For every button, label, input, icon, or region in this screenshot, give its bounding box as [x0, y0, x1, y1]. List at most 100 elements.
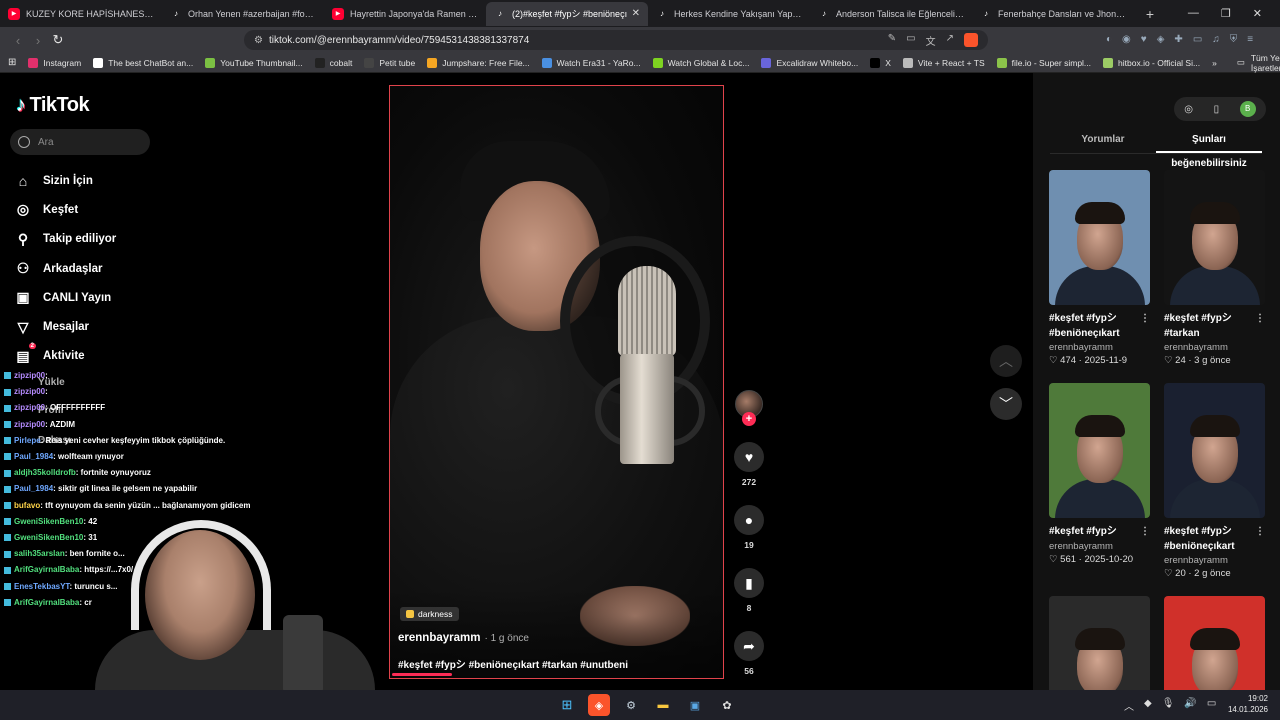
reload-icon[interactable]: ↻	[48, 32, 68, 48]
video-author[interactable]: erennbayramm · 1 g önce	[398, 632, 529, 644]
back-icon[interactable]: ‹	[8, 33, 28, 48]
share-icon[interactable]: ↗	[946, 33, 954, 48]
card-author[interactable]: erennbayramm	[1164, 555, 1265, 566]
browser-tab[interactable]: ▶ KUZEY KORE HAPİSHANESİNDEN KA	[0, 2, 162, 26]
card-title[interactable]: #keşfet #fypシ ⋮	[1049, 525, 1150, 540]
sidebar-item[interactable]: ▤ 2 Aktivite	[14, 342, 116, 371]
bookmark-item[interactable]: Watch Era31 - YaRo...	[541, 57, 641, 68]
browser-tab[interactable]: ♪ Orhan Yenen #azerbaijan #foryou #t	[162, 2, 324, 26]
extension-icon[interactable]: ♥	[1141, 34, 1147, 45]
tab-you-may-like[interactable]: Şunları beğenebilirsiniz	[1156, 128, 1262, 169]
card-author[interactable]: erennbayramm	[1049, 342, 1150, 353]
bookmark-item[interactable]: The best ChatBot an...	[93, 57, 193, 68]
volume-icon[interactable]: 🔊	[1184, 698, 1196, 713]
video-thumbnail[interactable]	[1049, 170, 1150, 305]
more-options-icon[interactable]: ⋮	[1255, 525, 1265, 540]
follow-button[interactable]: +	[742, 412, 756, 426]
extension-icon[interactable]: ◉	[1122, 34, 1131, 45]
video-caption[interactable]: #keşfet #fypシ #beniöneçıkart #tarkan #un…	[398, 656, 628, 671]
sidebar-item[interactable]: ▽ Mesajlar	[14, 312, 116, 341]
card-title[interactable]: #keşfet #fypシ #beniöneçıkart ⋮	[1164, 525, 1265, 554]
video-progress-bar[interactable]	[392, 673, 452, 676]
search-input[interactable]: Ara	[10, 129, 150, 155]
next-video-button[interactable]: ﹀	[990, 388, 1022, 420]
url-field[interactable]: ⚙ tiktok.com/@erennbayramm/video/7594531…	[244, 30, 988, 50]
start-icon[interactable]: ⊞	[556, 694, 578, 716]
extensions-icon[interactable]: ✚	[1174, 34, 1182, 45]
bookmark-item[interactable]: Instagram	[28, 57, 81, 68]
brave-shields-icon[interactable]	[964, 32, 978, 47]
bookmark-item[interactable]: Jumpshare: Free File...	[427, 57, 530, 68]
sidebar-item[interactable]: ▣ CANLI Yayın	[14, 283, 116, 312]
bookmark-item[interactable]: file.io - Super simpl...	[996, 57, 1091, 68]
forward-icon[interactable]: ›	[28, 33, 48, 48]
sidebar-item[interactable]: ⌂ Sizin İçin	[14, 166, 116, 195]
bookmark-item[interactable]: Watch Global & Loc...	[652, 57, 749, 68]
microphone-icon[interactable]: 🎙	[1162, 698, 1175, 713]
save-button[interactable]: ▮	[734, 568, 764, 598]
bookmark-item[interactable]: Excalidraw Whitebo...	[761, 57, 858, 68]
network-icon[interactable]: ▭	[1207, 698, 1216, 713]
tab-comments[interactable]: Yorumlar	[1050, 128, 1156, 153]
sidebar-item[interactable]: ⚇ Arkadaşlar	[14, 254, 116, 283]
photos-icon[interactable]: ▣	[684, 694, 706, 716]
sidebar-item[interactable]: ⚲ Takip ediliyor	[14, 225, 116, 254]
card-author[interactable]: erennbayramm	[1164, 342, 1265, 353]
card-author[interactable]: erennbayramm	[1049, 541, 1150, 552]
sidebar-item[interactable]: ◎ Keşfet	[14, 195, 116, 224]
browser-tab[interactable]: ♪ Herkes Kendine Yakışanı Yapıyor: Tal	[648, 2, 810, 26]
more-options-icon[interactable]: ⋮	[1140, 312, 1150, 327]
clock[interactable]: 19:02 14.01.2026	[1228, 693, 1268, 715]
maximize-icon[interactable]: ❐	[1221, 7, 1231, 20]
reader-icon[interactable]: ✎	[888, 33, 896, 48]
site-info-icon[interactable]: ⚙	[254, 35, 263, 46]
new-tab-button[interactable]: +	[1138, 6, 1162, 22]
previous-video-button[interactable]: ︿	[990, 345, 1022, 377]
browser-tab[interactable]: ♪ Fenerbahçe Dansları ve Jhon Duran	[972, 2, 1134, 26]
all-bookmarks-link[interactable]: Tüm Yer İşaretleri	[1251, 53, 1280, 73]
sidebar-icon[interactable]: ▭	[1193, 34, 1202, 45]
bookmark-item[interactable]: cobalt	[314, 57, 352, 68]
tiktok-logo[interactable]: ♪ TikTok	[16, 94, 90, 117]
explore-icon[interactable]: ◎	[1184, 104, 1193, 115]
video-player[interactable]: darkness erennbayramm · 1 g önce #keşfet …	[389, 85, 724, 679]
menu-icon[interactable]: ≡	[1247, 34, 1253, 45]
extension-icon[interactable]: ◈	[1157, 34, 1165, 45]
close-tab-icon[interactable]: ✕	[632, 8, 640, 19]
translate-icon[interactable]: 文	[926, 33, 936, 48]
apps-icon[interactable]: ⊞	[8, 57, 16, 68]
music-icon[interactable]: ♫	[1212, 34, 1220, 45]
like-button[interactable]: ♥	[734, 442, 764, 472]
browser-tab[interactable]: ▶ Hayrettin Japonya'da Ramen Yeme D	[324, 2, 486, 26]
more-options-icon[interactable]: ⋮	[1140, 525, 1150, 540]
more-options-icon[interactable]: ⋮	[1255, 312, 1265, 327]
tray-app-icon[interactable]: ◆	[1144, 698, 1152, 713]
install-icon[interactable]: ▭	[906, 33, 915, 48]
bookmark-item[interactable]: Vite + React + TS	[902, 57, 985, 68]
sound-chip[interactable]: darkness	[400, 607, 459, 621]
suggested-video-card[interactable]: #keşfet #fypシ #tarkan ⋮ erennbayramm ♡ 24 ·…	[1164, 170, 1265, 366]
steam-icon[interactable]: ⚙	[620, 694, 642, 716]
bookmark-item[interactable]: Petit tube	[364, 57, 415, 68]
video-thumbnail[interactable]	[1164, 383, 1265, 518]
bookmarks-more-icon[interactable]: »	[1212, 58, 1217, 68]
minimize-icon[interactable]: —	[1188, 7, 1199, 20]
author-name[interactable]: erennbayramm	[398, 632, 480, 644]
share-button[interactable]: ➦	[734, 631, 764, 661]
close-window-icon[interactable]: ✕	[1253, 7, 1262, 20]
browser-tab[interactable]: ♪ (2)#keşfet #fypシ #beniöneçı ✕	[486, 1, 648, 26]
bookmark-item[interactable]: hitbox.io - Official Si...	[1103, 57, 1200, 68]
extension-icon[interactable]: ◐	[1106, 34, 1112, 45]
file-explorer-icon[interactable]: ▬	[652, 694, 674, 716]
device-icon[interactable]: ▯	[1214, 104, 1220, 115]
bookmark-item[interactable]: YouTube Thumbnail...	[205, 57, 303, 68]
tray-overflow-icon[interactable]: ︿	[1124, 698, 1134, 713]
comment-button[interactable]: ●	[734, 505, 764, 535]
suggested-video-card[interactable]: #keşfet #fypシ ⋮ erennbayramm ♡ 561 · 2025-1…	[1049, 383, 1150, 565]
card-title[interactable]: #keşfet #fypシ #tarkan ⋮	[1164, 312, 1265, 341]
card-title[interactable]: #keşfet #fypシ #beniöneçıkart ⋮	[1049, 312, 1150, 341]
vpn-icon[interactable]: ⛨	[1230, 34, 1238, 45]
video-thumbnail[interactable]	[1049, 383, 1150, 518]
suggested-video-card[interactable]: #keşfet #fypシ #beniöneçıkart ⋮ erennbayram…	[1164, 383, 1265, 579]
suggested-video-card[interactable]: #keşfet #fypシ #beniöneçıkart ⋮ erennbayram…	[1049, 170, 1150, 366]
